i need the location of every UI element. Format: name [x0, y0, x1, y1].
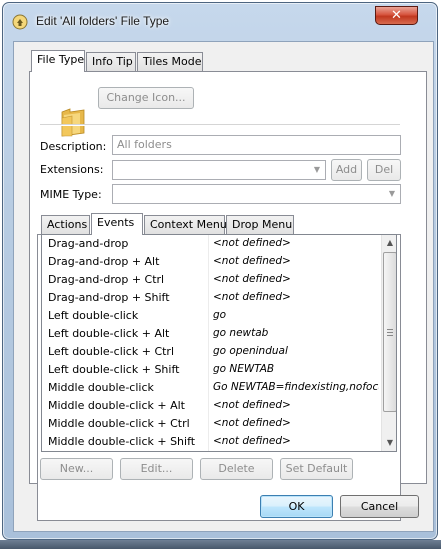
folder-icon: [61, 108, 85, 137]
grip-line: [387, 332, 393, 333]
tab-drop-menu[interactable]: Drop Menu: [226, 215, 294, 235]
vertical-scrollbar[interactable]: ▲ ▼: [381, 235, 396, 451]
extensions-label: Extensions:: [40, 163, 104, 176]
close-button[interactable]: ✕: [375, 6, 418, 25]
tab-label: Actions: [47, 218, 88, 231]
event-name: Middle double-click: [48, 381, 154, 394]
event-command: go newtab: [213, 327, 269, 339]
event-name: Middle double-click + Alt: [48, 399, 185, 412]
event-command: go NEWTAB: [213, 363, 275, 375]
event-name: Drag-and-drop: [48, 237, 129, 250]
extensions-combo[interactable]: ▼: [112, 160, 326, 180]
ok-button[interactable]: OK: [260, 495, 333, 518]
tab-label: Tiles Mode: [143, 55, 202, 68]
event-name: Left double-click + Ctrl: [48, 345, 175, 358]
event-row[interactable]: Left double-click + Shift go NEWTAB: [42, 361, 380, 379]
event-row[interactable]: Left double-click + Ctrl go openindual: [42, 343, 380, 361]
event-command: go: [213, 309, 227, 321]
event-name: Middle double-click + Ctrl: [48, 417, 190, 430]
add-extension-button[interactable]: Add: [331, 159, 362, 181]
events-list[interactable]: Drag-and-drop <not defined> Drag-and-drop …: [41, 234, 397, 452]
event-row[interactable]: Drag-and-drop + Shift <not defined>: [42, 289, 380, 307]
tab-label: Info Tip: [92, 55, 133, 68]
chevron-down-icon[interactable]: ▼: [311, 164, 323, 176]
event-command: <not defined>: [213, 273, 291, 285]
window-title: Edit 'All folders' File Type: [36, 14, 170, 28]
event-row[interactable]: Middle double-click + Ctrl <not defined>: [42, 415, 380, 433]
dialog-window: Edit 'All folders' File Type ✕ File Type…: [2, 2, 438, 540]
scroll-thumb[interactable]: [383, 252, 396, 412]
edit-event-button[interactable]: Edit...: [120, 458, 193, 480]
event-row[interactable]: Middle double-click Go NEWTAB=findexistin…: [42, 379, 380, 397]
event-row[interactable]: Middle double-click + Shift <not defined>: [42, 433, 380, 451]
tab-context-menu[interactable]: Context Menu: [144, 215, 227, 235]
tab-label: File Type: [37, 53, 85, 66]
cancel-button[interactable]: Cancel: [340, 495, 419, 518]
new-event-button[interactable]: New...: [40, 458, 113, 480]
tab-label: Drop Menu: [232, 218, 293, 231]
change-icon-button[interactable]: Change Icon...: [98, 87, 194, 109]
set-default-button[interactable]: Set Default: [280, 458, 353, 480]
event-name: Drag-and-drop + Ctrl: [48, 273, 165, 286]
event-row[interactable]: Drag-and-drop + Alt <not defined>: [42, 253, 380, 271]
app-icon: [12, 14, 28, 30]
event-row[interactable]: Drag-and-drop <not defined>: [42, 235, 380, 253]
event-command: <not defined>: [213, 399, 291, 411]
scroll-up-icon[interactable]: ▲: [382, 235, 396, 251]
delete-event-button[interactable]: Delete: [200, 458, 273, 480]
event-command: <not defined>: [213, 237, 291, 249]
mime-type-label: MIME Type:: [40, 188, 102, 201]
event-command: <not defined>: [213, 291, 291, 303]
scroll-down-icon[interactable]: ▼: [382, 435, 396, 451]
event-name: Left double-click + Shift: [48, 363, 180, 376]
delete-extension-button[interactable]: Del: [367, 159, 401, 181]
event-name: Left double-click: [48, 309, 139, 322]
description-label: Description:: [40, 140, 107, 153]
event-name: Drag-and-drop + Shift: [48, 291, 170, 304]
event-command: Go NEWTAB=findexisting,nofocus...: [213, 381, 379, 393]
event-row[interactable]: Left double-click + Alt go newtab: [42, 325, 380, 343]
event-row[interactable]: Left double-click go: [42, 307, 380, 325]
event-command: <not defined>: [213, 255, 291, 267]
event-command: <not defined>: [213, 417, 291, 429]
chevron-down-icon[interactable]: ▼: [386, 188, 398, 200]
tab-info-tip[interactable]: Info Tip: [86, 52, 136, 72]
event-name: Middle double-click + Shift: [48, 435, 196, 448]
close-icon: ✕: [391, 8, 402, 23]
grip-line: [387, 329, 393, 330]
event-command: <not defined>: [213, 435, 291, 447]
tab-actions[interactable]: Actions: [41, 215, 90, 235]
grip-line: [387, 335, 393, 336]
event-name: Left double-click + Alt: [48, 327, 170, 340]
tab-tiles-mode[interactable]: Tiles Mode: [137, 52, 203, 72]
separator: [40, 124, 400, 126]
tab-file-type[interactable]: File Type: [31, 50, 85, 72]
event-row[interactable]: Drag-and-drop + Ctrl <not defined>: [42, 271, 380, 289]
tab-label: Context Menu: [150, 218, 227, 231]
taskbar: [0, 540, 441, 549]
mime-type-combo[interactable]: ▼: [112, 184, 401, 204]
tab-events[interactable]: Events: [91, 213, 143, 235]
event-command: go openindual: [213, 345, 288, 357]
event-name: Drag-and-drop + Alt: [48, 255, 160, 268]
description-field[interactable]: All folders: [112, 135, 401, 155]
event-row[interactable]: Middle double-click + Alt <not defined>: [42, 397, 380, 415]
dialog-client-area: File Type Info Tip Tiles Mode Change Ico…: [13, 41, 434, 532]
tab-label: Events: [97, 216, 135, 229]
